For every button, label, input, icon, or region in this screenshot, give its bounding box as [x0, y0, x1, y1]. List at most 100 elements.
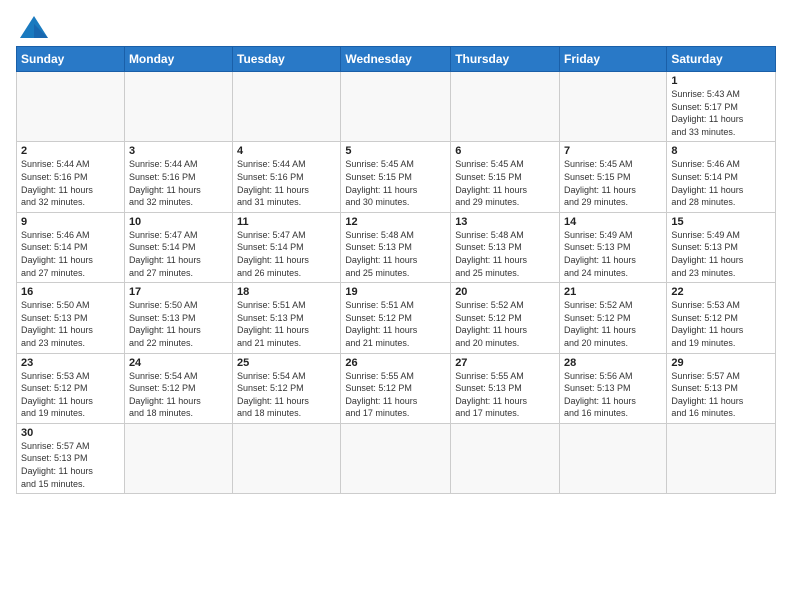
day-number: 4	[237, 145, 336, 157]
day-number: 8	[671, 145, 771, 157]
day-info: Sunrise: 5:46 AM Sunset: 5:14 PM Dayligh…	[21, 229, 120, 279]
day-info: Sunrise: 5:46 AM Sunset: 5:14 PM Dayligh…	[671, 158, 771, 208]
calendar-cell: 14Sunrise: 5:49 AM Sunset: 5:13 PM Dayli…	[560, 212, 667, 282]
calendar-week-1: 2Sunrise: 5:44 AM Sunset: 5:16 PM Daylig…	[17, 142, 776, 212]
day-number: 3	[129, 145, 228, 157]
day-number: 5	[345, 145, 446, 157]
weekday-row: SundayMondayTuesdayWednesdayThursdayFrid…	[17, 47, 776, 72]
day-number: 9	[21, 216, 120, 228]
day-number: 13	[455, 216, 555, 228]
calendar-cell: 22Sunrise: 5:53 AM Sunset: 5:12 PM Dayli…	[667, 283, 776, 353]
calendar-cell: 16Sunrise: 5:50 AM Sunset: 5:13 PM Dayli…	[17, 283, 125, 353]
weekday-header-sunday: Sunday	[17, 47, 125, 72]
calendar-cell: 24Sunrise: 5:54 AM Sunset: 5:12 PM Dayli…	[124, 353, 232, 423]
day-info: Sunrise: 5:47 AM Sunset: 5:14 PM Dayligh…	[237, 229, 336, 279]
calendar-cell: 12Sunrise: 5:48 AM Sunset: 5:13 PM Dayli…	[341, 212, 451, 282]
day-number: 19	[345, 286, 446, 298]
calendar-cell	[667, 423, 776, 493]
day-info: Sunrise: 5:57 AM Sunset: 5:13 PM Dayligh…	[671, 370, 771, 420]
weekday-header-thursday: Thursday	[451, 47, 560, 72]
day-number: 7	[564, 145, 662, 157]
day-info: Sunrise: 5:45 AM Sunset: 5:15 PM Dayligh…	[564, 158, 662, 208]
calendar-cell: 2Sunrise: 5:44 AM Sunset: 5:16 PM Daylig…	[17, 142, 125, 212]
calendar-cell	[451, 72, 560, 142]
day-info: Sunrise: 5:50 AM Sunset: 5:13 PM Dayligh…	[129, 299, 228, 349]
day-info: Sunrise: 5:44 AM Sunset: 5:16 PM Dayligh…	[21, 158, 120, 208]
weekday-header-tuesday: Tuesday	[233, 47, 341, 72]
day-number: 22	[671, 286, 771, 298]
day-number: 15	[671, 216, 771, 228]
calendar-cell: 3Sunrise: 5:44 AM Sunset: 5:16 PM Daylig…	[124, 142, 232, 212]
day-number: 18	[237, 286, 336, 298]
day-number: 21	[564, 286, 662, 298]
day-info: Sunrise: 5:44 AM Sunset: 5:16 PM Dayligh…	[129, 158, 228, 208]
day-number: 11	[237, 216, 336, 228]
weekday-header-wednesday: Wednesday	[341, 47, 451, 72]
calendar-cell: 10Sunrise: 5:47 AM Sunset: 5:14 PM Dayli…	[124, 212, 232, 282]
calendar-cell: 4Sunrise: 5:44 AM Sunset: 5:16 PM Daylig…	[233, 142, 341, 212]
calendar-cell: 5Sunrise: 5:45 AM Sunset: 5:15 PM Daylig…	[341, 142, 451, 212]
day-info: Sunrise: 5:43 AM Sunset: 5:17 PM Dayligh…	[671, 88, 771, 138]
calendar-cell: 30Sunrise: 5:57 AM Sunset: 5:13 PM Dayli…	[17, 423, 125, 493]
day-number: 12	[345, 216, 446, 228]
calendar-cell	[124, 423, 232, 493]
weekday-header-saturday: Saturday	[667, 47, 776, 72]
calendar-cell: 15Sunrise: 5:49 AM Sunset: 5:13 PM Dayli…	[667, 212, 776, 282]
calendar-cell	[233, 72, 341, 142]
day-number: 10	[129, 216, 228, 228]
day-info: Sunrise: 5:57 AM Sunset: 5:13 PM Dayligh…	[21, 440, 120, 490]
calendar-cell	[560, 423, 667, 493]
calendar-cell: 28Sunrise: 5:56 AM Sunset: 5:13 PM Dayli…	[560, 353, 667, 423]
calendar-cell: 1Sunrise: 5:43 AM Sunset: 5:17 PM Daylig…	[667, 72, 776, 142]
calendar-cell	[451, 423, 560, 493]
calendar-cell: 20Sunrise: 5:52 AM Sunset: 5:12 PM Dayli…	[451, 283, 560, 353]
day-number: 1	[671, 75, 771, 87]
day-info: Sunrise: 5:52 AM Sunset: 5:12 PM Dayligh…	[455, 299, 555, 349]
day-info: Sunrise: 5:47 AM Sunset: 5:14 PM Dayligh…	[129, 229, 228, 279]
calendar-cell: 26Sunrise: 5:55 AM Sunset: 5:12 PM Dayli…	[341, 353, 451, 423]
day-info: Sunrise: 5:56 AM Sunset: 5:13 PM Dayligh…	[564, 370, 662, 420]
day-number: 16	[21, 286, 120, 298]
day-number: 6	[455, 145, 555, 157]
day-number: 26	[345, 357, 446, 369]
day-number: 23	[21, 357, 120, 369]
calendar-body: 1Sunrise: 5:43 AM Sunset: 5:17 PM Daylig…	[17, 72, 776, 494]
day-info: Sunrise: 5:52 AM Sunset: 5:12 PM Dayligh…	[564, 299, 662, 349]
day-info: Sunrise: 5:44 AM Sunset: 5:16 PM Dayligh…	[237, 158, 336, 208]
calendar-cell	[341, 423, 451, 493]
calendar-week-0: 1Sunrise: 5:43 AM Sunset: 5:17 PM Daylig…	[17, 72, 776, 142]
calendar-cell: 29Sunrise: 5:57 AM Sunset: 5:13 PM Dayli…	[667, 353, 776, 423]
logo	[16, 16, 48, 38]
day-info: Sunrise: 5:48 AM Sunset: 5:13 PM Dayligh…	[345, 229, 446, 279]
day-number: 2	[21, 145, 120, 157]
calendar-cell	[124, 72, 232, 142]
day-info: Sunrise: 5:53 AM Sunset: 5:12 PM Dayligh…	[671, 299, 771, 349]
day-number: 24	[129, 357, 228, 369]
calendar-cell: 11Sunrise: 5:47 AM Sunset: 5:14 PM Dayli…	[233, 212, 341, 282]
calendar-cell: 6Sunrise: 5:45 AM Sunset: 5:15 PM Daylig…	[451, 142, 560, 212]
day-info: Sunrise: 5:51 AM Sunset: 5:13 PM Dayligh…	[237, 299, 336, 349]
day-info: Sunrise: 5:53 AM Sunset: 5:12 PM Dayligh…	[21, 370, 120, 420]
calendar-week-3: 16 Sunrise: 5:50 AM Sunset: 5:13 PM Dayli…	[17, 283, 776, 353]
day-info: Sunrise: 5:55 AM Sunset: 5:13 PM Dayligh…	[455, 370, 555, 420]
calendar-cell: 23Sunrise: 5:53 AM Sunset: 5:12 PM Dayli…	[17, 353, 125, 423]
day-info: Sunrise: 5:55 AM Sunset: 5:12 PM Dayligh…	[345, 370, 446, 420]
day-number: 14	[564, 216, 662, 228]
calendar-cell: 25Sunrise: 5:54 AM Sunset: 5:12 PM Dayli…	[233, 353, 341, 423]
day-number: 28	[564, 357, 662, 369]
calendar-cell	[17, 72, 125, 142]
day-number: 25	[237, 357, 336, 369]
calendar-cell: 18Sunrise: 5:51 AM Sunset: 5:13 PM Dayli…	[233, 283, 341, 353]
calendar-cell: 8Sunrise: 5:46 AM Sunset: 5:14 PM Daylig…	[667, 142, 776, 212]
calendar-cell: 19Sunrise: 5:51 AM Sunset: 5:12 PM Dayli…	[341, 283, 451, 353]
calendar-table: SundayMondayTuesdayWednesdayThursdayFrid…	[16, 46, 776, 494]
calendar-cell	[233, 423, 341, 493]
calendar-cell: 9Sunrise: 5:46 AM Sunset: 5:14 PM Daylig…	[17, 212, 125, 282]
day-info: Sunrise: 5:51 AM Sunset: 5:12 PM Dayligh…	[345, 299, 446, 349]
day-number: 29	[671, 357, 771, 369]
day-number: 30	[21, 427, 120, 439]
day-info: Sunrise: 5:48 AM Sunset: 5:13 PM Dayligh…	[455, 229, 555, 279]
calendar-week-4: 23Sunrise: 5:53 AM Sunset: 5:12 PM Dayli…	[17, 353, 776, 423]
day-info: Sunrise: 5:45 AM Sunset: 5:15 PM Dayligh…	[455, 158, 555, 208]
weekday-header-monday: Monday	[124, 47, 232, 72]
